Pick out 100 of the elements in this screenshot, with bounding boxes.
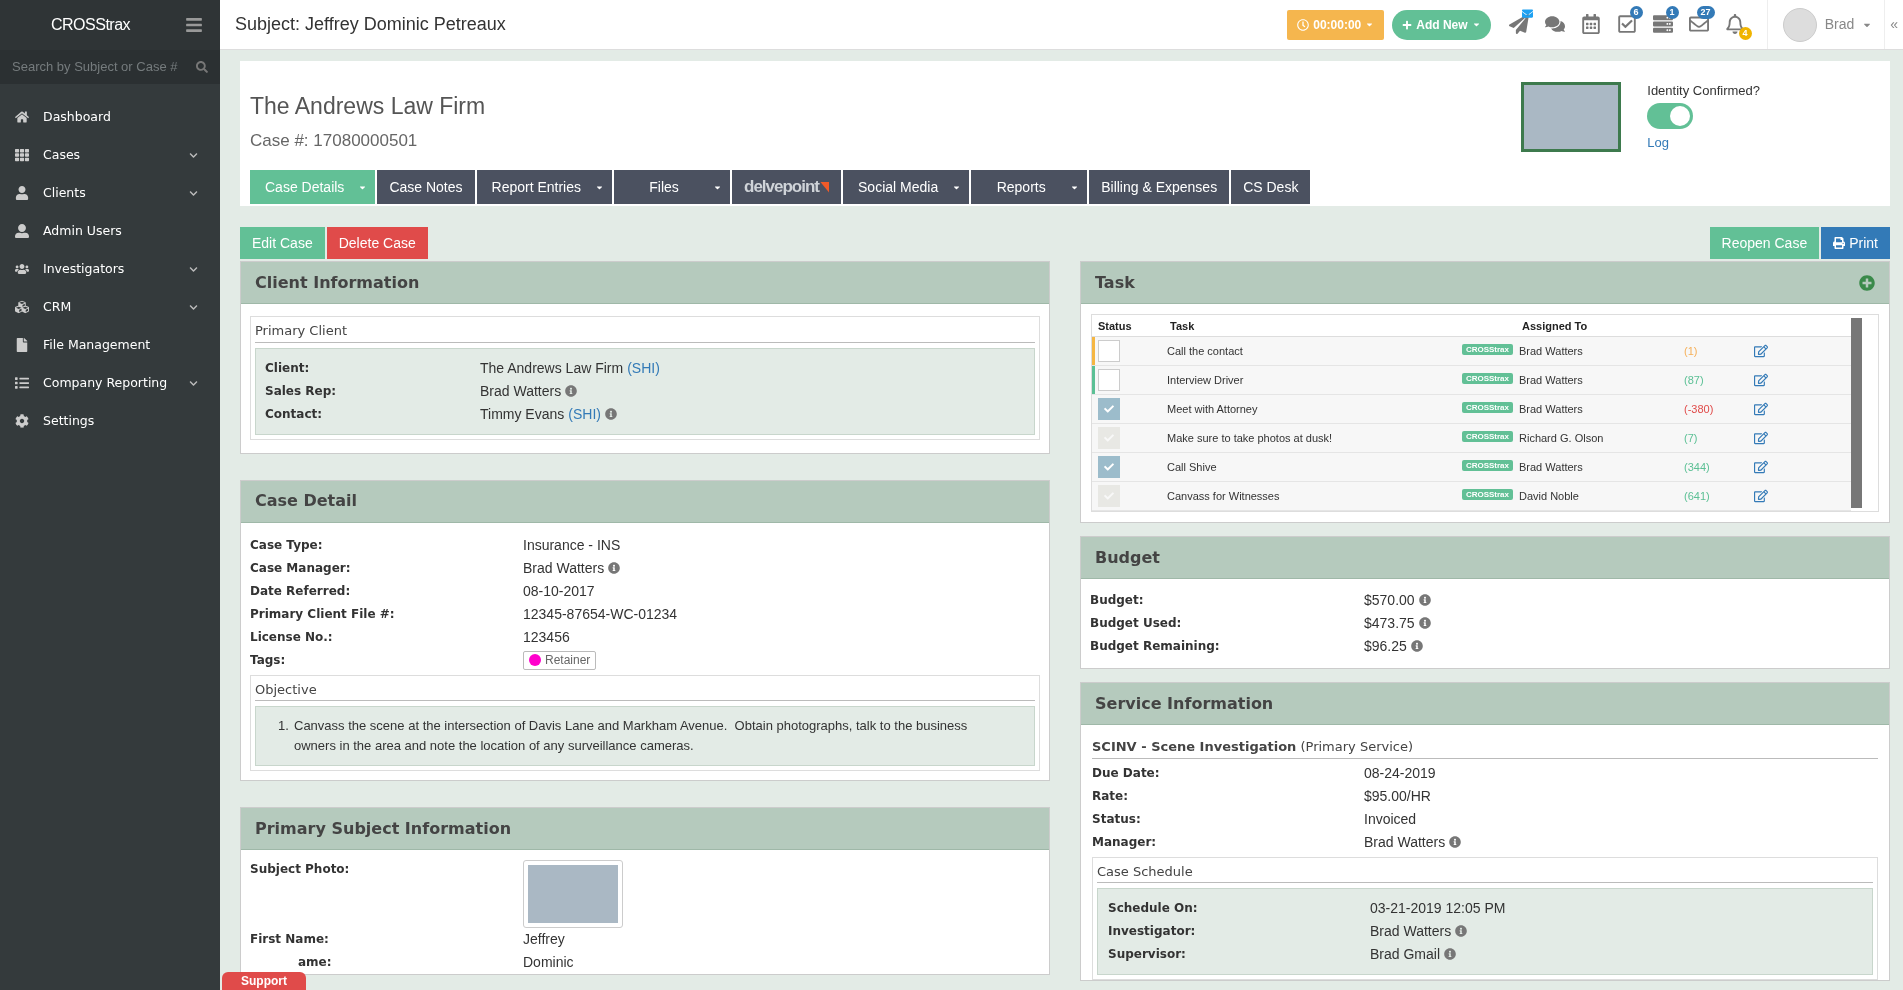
user-name[interactable]: Brad — [1824, 14, 1855, 35]
avatar-placeholder — [1782, 7, 1817, 42]
sidebar-item-icon — [15, 414, 29, 428]
field-value: $96.25 — [1364, 638, 1407, 654]
search-icon[interactable] — [196, 61, 208, 73]
sidebar-item[interactable]: Investigators — [0, 250, 220, 288]
action-button[interactable]: Delete Case — [326, 227, 428, 259]
info-icon[interactable] — [604, 407, 617, 420]
sidebar-item[interactable]: Dashboard — [0, 98, 220, 136]
assignee-name: Brad Watters — [1519, 459, 1584, 475]
count-badge: 1 — [1665, 5, 1679, 19]
info-icon[interactable] — [565, 384, 578, 397]
source-label: CROSStrax — [1461, 430, 1513, 442]
sidebar-item[interactable]: Cases — [0, 136, 220, 174]
task-name: Meet with Attorney — [1167, 401, 1259, 417]
add-icon[interactable] — [1859, 274, 1875, 291]
panel-title: Task — [1095, 271, 1135, 294]
firm-name: The Andrews Law Firm — [250, 92, 487, 121]
collapse-toggle[interactable]: « — [1890, 14, 1898, 35]
sidebar-item[interactable]: File Management — [0, 326, 220, 364]
edit-icon[interactable] — [1754, 402, 1768, 416]
edit-icon[interactable] — [1754, 460, 1768, 474]
search-bar[interactable]: Search by Subject or Case # — [0, 50, 220, 84]
info-icon[interactable] — [1449, 835, 1462, 848]
info-icon[interactable] — [1418, 594, 1431, 606]
chevron-icon — [189, 150, 198, 160]
edit-icon[interactable] — [1754, 489, 1768, 503]
task-row[interactable]: Interview Driver CROSStrax Brad Watters (87) — [1092, 366, 1851, 395]
case-tab[interactable]: Social Media — [843, 170, 970, 204]
task-name: Interview Driver — [1167, 372, 1245, 388]
field-label: Contact: — [265, 405, 324, 423]
task-row[interactable]: Call Shive CROSStrax Brad Watters (344) — [1092, 453, 1851, 482]
task-name: Make sure to take photos at dusk! — [1167, 430, 1334, 446]
action-button[interactable]: Print — [1821, 227, 1890, 259]
count-badge: 6 — [1629, 5, 1643, 19]
task-row[interactable]: Meet with Attorney CROSStrax Brad Watters (-380) — [1092, 395, 1851, 424]
status-checkbox[interactable] — [1098, 456, 1120, 478]
panel-title: Budget — [1095, 546, 1160, 569]
field-label: Budget Used: — [1090, 615, 1183, 632]
check-icon — [1104, 462, 1114, 472]
info-icon[interactable] — [1444, 948, 1457, 960]
field-label: Sales Rep: — [265, 382, 338, 400]
case-tab[interactable]: Case Notes — [377, 170, 475, 204]
sidebar-item[interactable]: Clients — [0, 174, 220, 212]
edit-icon[interactable] — [1754, 373, 1768, 387]
checkbox-icon[interactable] — [1616, 13, 1637, 34]
scrollbar[interactable] — [1851, 318, 1862, 508]
print-icon — [1833, 237, 1846, 249]
field-value: $95.00/HR — [1364, 787, 1431, 804]
info-icon[interactable] — [1418, 617, 1431, 629]
sidebar-item-icon — [15, 338, 29, 352]
task-row[interactable]: Call the contact CROSStrax Brad Watters (1) — [1092, 337, 1851, 366]
brand-logo[interactable]: CROSStrax — [51, 13, 131, 37]
support-button[interactable]: Support — [222, 972, 306, 990]
info-icon[interactable] — [1410, 640, 1423, 652]
panel-title: Case Detail — [255, 490, 358, 512]
case-tab[interactable]: Report Entries — [476, 170, 612, 204]
service-heading: SCINV - Scene Investigation (Primary Service) — [1092, 737, 1878, 759]
field-value: 08-24-2019 — [1364, 764, 1436, 781]
sidebar-item[interactable]: Admin Users — [0, 212, 220, 250]
field-value: Insurance - INS — [523, 536, 621, 553]
calendar-icon[interactable] — [1580, 13, 1601, 34]
status-checkbox[interactable] — [1098, 369, 1120, 391]
server-icon[interactable] — [1652, 13, 1673, 34]
paper-plane-icon[interactable] — [1508, 13, 1529, 34]
search-field[interactable]: Search by Subject or Case # — [12, 57, 196, 77]
field-value: Timmy Evans — [480, 405, 565, 422]
column-header: Assigned To — [1522, 318, 1589, 334]
case-tab[interactable]: CS Desk — [1231, 170, 1311, 204]
field-label: Subject Photo: — [250, 861, 351, 878]
identity-toggle[interactable] — [1647, 102, 1694, 129]
chat-icon[interactable] — [1544, 13, 1565, 34]
sidebar-item[interactable]: Settings — [0, 402, 220, 440]
case-tab[interactable]: Reports — [971, 170, 1088, 204]
field-label: Supervisor: — [1108, 946, 1187, 963]
edit-icon[interactable] — [1754, 431, 1768, 445]
edit-icon[interactable] — [1754, 344, 1768, 358]
field-label: Due Date: — [1092, 764, 1161, 782]
field-label: Case Type: — [250, 536, 324, 554]
case-tab[interactable]: delvepoint — [732, 170, 842, 204]
column-header: Task — [1170, 318, 1196, 334]
sidebar-item[interactable]: CRM — [0, 288, 220, 326]
status-checkbox[interactable] — [1098, 398, 1120, 420]
info-icon[interactable] — [1455, 925, 1468, 937]
client-link[interactable]: (SHI) — [568, 405, 601, 422]
info-icon[interactable] — [608, 561, 621, 574]
field-label: Status: — [1092, 810, 1142, 828]
field-value: Brad Watters — [523, 559, 605, 576]
tag[interactable]: Retainer — [523, 650, 597, 670]
log-link[interactable]: Log — [1647, 132, 1669, 152]
menu-icon[interactable] — [185, 16, 203, 34]
client-link[interactable]: (SHI) — [627, 359, 660, 376]
sidebar-item[interactable]: Company Reporting — [0, 364, 220, 402]
count-badge: 27 — [1696, 5, 1715, 19]
status-checkbox[interactable] — [1098, 340, 1120, 362]
task-count: (1) — [1684, 343, 1699, 359]
case-number: Case #: 17080000501 — [250, 129, 419, 152]
case-tab[interactable]: Billing & Expenses — [1089, 170, 1230, 204]
case-tab[interactable]: Files — [614, 170, 730, 204]
source-label: CROSStrax — [1461, 372, 1513, 384]
